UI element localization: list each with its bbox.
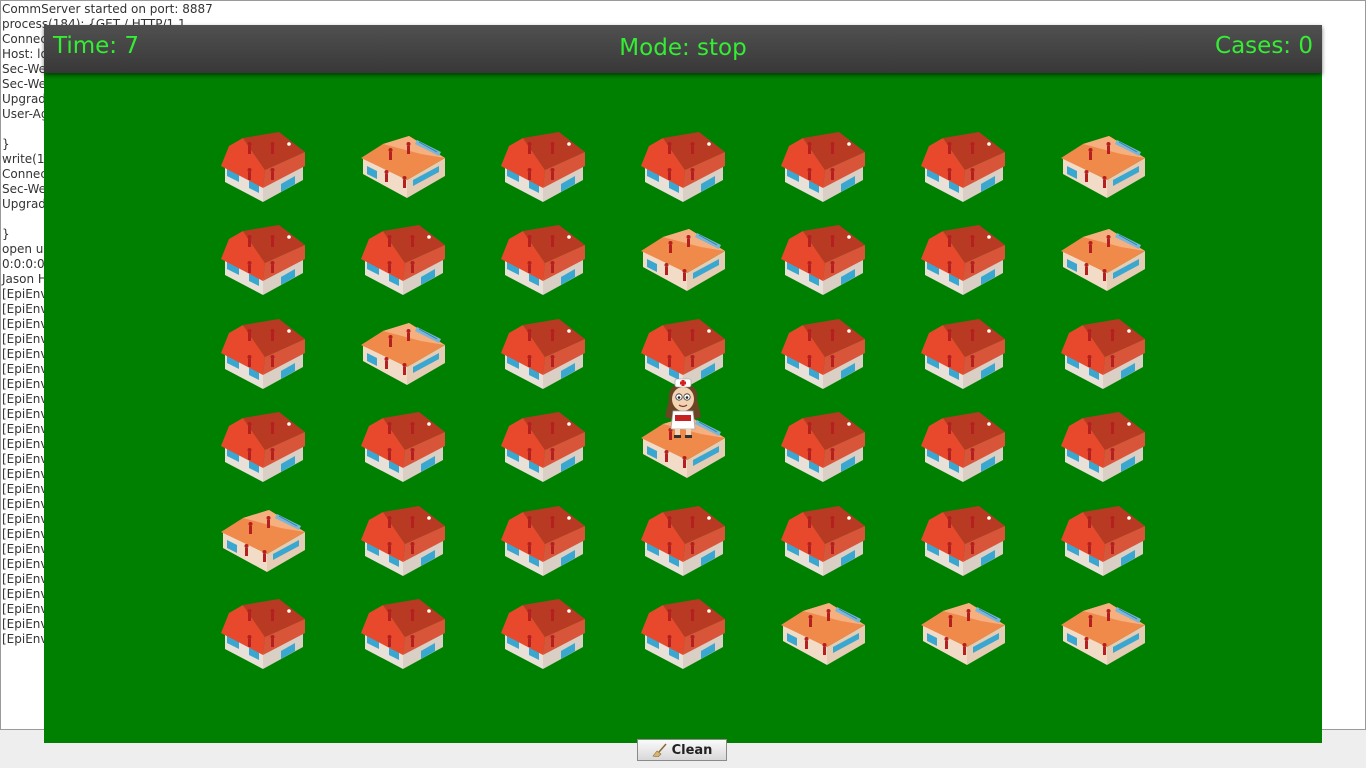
house-building-icon[interactable] <box>919 223 1007 296</box>
house-building-icon[interactable] <box>219 410 307 483</box>
house-building-icon[interactable] <box>219 130 307 202</box>
house-building-icon[interactable] <box>359 410 447 483</box>
hospital-building-icon[interactable] <box>1059 223 1147 295</box>
house-building-icon[interactable] <box>359 223 447 296</box>
hospital-building-icon[interactable] <box>359 317 447 389</box>
house-building-icon[interactable] <box>919 504 1007 576</box>
house-building-icon[interactable] <box>359 504 447 576</box>
house-building-icon[interactable] <box>639 130 727 202</box>
house-building-icon[interactable] <box>219 317 307 389</box>
house-building-icon[interactable] <box>359 597 447 669</box>
house-building-icon[interactable] <box>919 317 1007 389</box>
house-building-icon[interactable] <box>779 130 867 202</box>
hospital-building-icon[interactable] <box>219 504 307 576</box>
hospital-building-icon[interactable] <box>359 130 447 202</box>
house-building-icon[interactable] <box>499 130 587 202</box>
house-building-icon[interactable] <box>499 223 587 296</box>
hospital-building-icon[interactable] <box>639 223 727 295</box>
hospital-building-icon[interactable] <box>1059 597 1147 669</box>
console-line: CommServer started on port: 8887 <box>2 2 213 16</box>
house-building-icon[interactable] <box>499 504 587 576</box>
house-building-icon[interactable] <box>639 504 727 576</box>
house-building-icon[interactable] <box>1059 504 1147 576</box>
hospital-building-icon[interactable] <box>779 597 867 669</box>
hospital-building-icon[interactable] <box>919 597 1007 669</box>
house-building-icon[interactable] <box>919 130 1007 202</box>
house-building-icon[interactable] <box>919 410 1007 483</box>
house-building-icon[interactable] <box>779 223 867 296</box>
mode-status: Mode: stop <box>619 35 747 61</box>
house-building-icon[interactable] <box>499 410 587 483</box>
hud-bar: Time: 7 Mode: stop Cases: 0 <box>44 25 1322 73</box>
house-building-icon[interactable] <box>499 597 587 669</box>
house-building-icon[interactable] <box>779 504 867 576</box>
house-building-icon[interactable] <box>779 317 867 389</box>
clean-button[interactable]: Clean <box>637 739 727 761</box>
house-building-icon[interactable] <box>499 317 587 389</box>
house-building-icon[interactable] <box>639 597 727 669</box>
house-building-icon[interactable] <box>1059 410 1147 483</box>
house-building-icon[interactable] <box>219 223 307 296</box>
game-board[interactable]: Time: 7 Mode: stop Cases: 0 <box>44 25 1322 743</box>
broom-icon <box>652 743 667 757</box>
house-building-icon[interactable] <box>1059 317 1147 389</box>
clean-button-label: Clean <box>671 742 713 758</box>
hospital-building-icon[interactable] <box>1059 130 1147 202</box>
nurse-agent-icon[interactable] <box>661 377 705 439</box>
house-building-icon[interactable] <box>219 597 307 669</box>
house-building-icon[interactable] <box>779 410 867 483</box>
cases-counter: Cases: 0 <box>1215 33 1313 59</box>
